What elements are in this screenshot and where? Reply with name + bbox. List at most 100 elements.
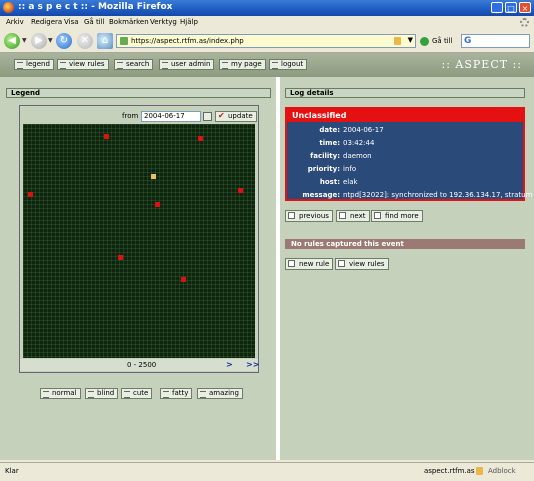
- log-details-header: Log details: [285, 88, 525, 98]
- next-button[interactable]: next: [336, 210, 370, 222]
- go-icon[interactable]: [420, 37, 429, 46]
- menu-redigera[interactable]: Redigera: [31, 18, 62, 26]
- log-key-facility: facility:: [310, 152, 340, 160]
- nav-search-button[interactable]: search: [114, 59, 154, 70]
- menu-verktyg[interactable]: Verktyg: [150, 18, 177, 26]
- log-value-message: ntpd[32022]: synchronized to 192.36.134.…: [343, 191, 534, 199]
- aspect-logo: :: ASPECT ::: [441, 58, 522, 71]
- event-point[interactable]: [198, 136, 203, 141]
- page-content: legend view rules search user admin my p…: [0, 53, 534, 460]
- minimize-button[interactable]: _: [491, 2, 503, 13]
- window-title-bar: :: a s p e c t :: - Mozilla Firefox _ □ …: [0, 0, 534, 16]
- log-row-facility: facility: daemon: [287, 151, 523, 163]
- status-text: Klar: [5, 467, 19, 475]
- filter-blind-button[interactable]: blind: [85, 388, 119, 399]
- menu-visa[interactable]: Visa: [64, 18, 79, 26]
- nav-logout-button[interactable]: logout: [269, 59, 308, 70]
- find-more-button[interactable]: find more: [371, 210, 423, 222]
- event-point[interactable]: [181, 277, 186, 282]
- reload-button[interactable]: ↻: [56, 33, 72, 49]
- nav-my-page-button[interactable]: my page: [219, 59, 266, 70]
- last-page-link[interactable]: >>: [246, 360, 259, 369]
- navigation-toolbar: ◀ ▼ ▶ ▼ ↻ ✕ ⌂ https://aspect.rtfm.as/ind…: [0, 30, 534, 53]
- url-bar[interactable]: https://aspect.rtfm.as/index.php ▼: [116, 34, 416, 48]
- update-button[interactable]: update: [215, 111, 257, 122]
- log-details-panel: Unclassified date: 2004-06-17 time: 03:4…: [285, 107, 534, 202]
- log-row-time: time: 03:42:44: [287, 138, 523, 150]
- previous-label: previous: [299, 212, 329, 220]
- menu-arkiv[interactable]: Arkiv: [6, 18, 24, 26]
- previous-button[interactable]: previous: [285, 210, 333, 222]
- site-icon: [120, 37, 128, 45]
- new-rule-icon: [288, 260, 295, 267]
- event-grid[interactable]: [23, 124, 255, 358]
- event-point[interactable]: [155, 202, 160, 207]
- nav-user-admin-button[interactable]: user admin: [159, 59, 215, 70]
- legend-header: Legend: [6, 88, 271, 98]
- selected-event-point[interactable]: [151, 174, 156, 179]
- calendar-icon[interactable]: [203, 112, 212, 121]
- nav-legend-button[interactable]: legend: [14, 59, 54, 70]
- from-date-input[interactable]: 2004-06-17: [141, 111, 201, 122]
- event-point[interactable]: [118, 255, 123, 260]
- view-rules-button[interactable]: view rules: [335, 258, 389, 270]
- log-value-time: 03:42:44: [343, 139, 375, 147]
- find-more-label: find more: [385, 212, 419, 220]
- plot-footer: 0 - 2500 > >>: [20, 359, 259, 371]
- log-value-date: 2004-06-17: [343, 126, 384, 134]
- menu-hjalp[interactable]: Hjälp: [180, 18, 198, 26]
- log-key-date: date:: [319, 126, 340, 134]
- filter-normal-button[interactable]: normal: [40, 388, 81, 399]
- log-value-host: elak: [343, 178, 358, 186]
- go-button-label[interactable]: Gå till: [432, 37, 453, 45]
- event-point[interactable]: [28, 192, 33, 197]
- range-label: 0 - 2500: [127, 361, 157, 369]
- status-host: aspect.rtfm.as: [424, 467, 475, 475]
- event-point[interactable]: [104, 134, 109, 139]
- stop-button[interactable]: ✕: [77, 33, 93, 49]
- reload-icon: ↻: [59, 35, 69, 46]
- menu-bar: Arkiv Redigera Visa Gå till Bokmärken Ve…: [0, 16, 534, 30]
- event-point[interactable]: [238, 188, 243, 193]
- window-title: :: a s p e c t :: - Mozilla Firefox: [18, 2, 173, 12]
- close-button[interactable]: ×: [519, 2, 531, 13]
- google-search-icon: G: [464, 36, 472, 46]
- nav-view-rules-button[interactable]: view rules: [57, 59, 109, 70]
- forward-button[interactable]: ▶: [31, 33, 47, 49]
- new-rule-button[interactable]: new rule: [285, 258, 334, 270]
- from-label: from: [122, 112, 139, 120]
- maximize-button[interactable]: □: [505, 2, 517, 13]
- forward-history-dropdown-icon[interactable]: ▼: [48, 37, 53, 44]
- forward-arrow-icon: ▶: [35, 35, 43, 46]
- back-button[interactable]: ◀: [4, 33, 20, 49]
- app-nav-bar: legend view rules search user admin my p…: [0, 53, 534, 77]
- date-filter-row: from 2004-06-17 update: [20, 110, 258, 124]
- status-lock-icon: [476, 467, 483, 475]
- log-row-message: message: ntpd[32022]: synchronized to 19…: [287, 190, 534, 202]
- throbber-icon: [520, 18, 529, 27]
- previous-icon: [288, 212, 295, 219]
- adblock-status[interactable]: Adblock: [488, 467, 516, 475]
- menu-bokmarken[interactable]: Bokmärken: [109, 18, 149, 26]
- home-button[interactable]: ⌂: [97, 33, 113, 49]
- log-key-host: host:: [319, 178, 340, 186]
- magnifier-icon: [374, 212, 381, 219]
- secure-lock-icon: [394, 37, 401, 45]
- log-value-facility: daemon: [343, 152, 372, 160]
- log-key-message: message:: [302, 191, 340, 199]
- url-dropdown-icon[interactable]: ▼: [408, 36, 413, 44]
- next-label: next: [350, 212, 366, 220]
- menu-ga-till[interactable]: Gå till: [84, 18, 105, 26]
- filter-cute-button[interactable]: cute: [121, 388, 153, 399]
- filter-fatty-button[interactable]: fatty: [160, 388, 193, 399]
- log-key-time: time:: [319, 139, 340, 147]
- firefox-icon: [3, 2, 14, 13]
- view-rules-icon: [338, 260, 345, 267]
- filter-amazing-button[interactable]: amazing: [197, 388, 243, 399]
- log-row-host: host: elak: [287, 177, 523, 189]
- search-input[interactable]: G: [461, 34, 530, 48]
- next-page-link[interactable]: >: [226, 360, 233, 369]
- back-history-dropdown-icon[interactable]: ▼: [22, 37, 27, 44]
- log-row-date: date: 2004-06-17: [287, 125, 523, 137]
- classification-label: Unclassified: [287, 109, 523, 122]
